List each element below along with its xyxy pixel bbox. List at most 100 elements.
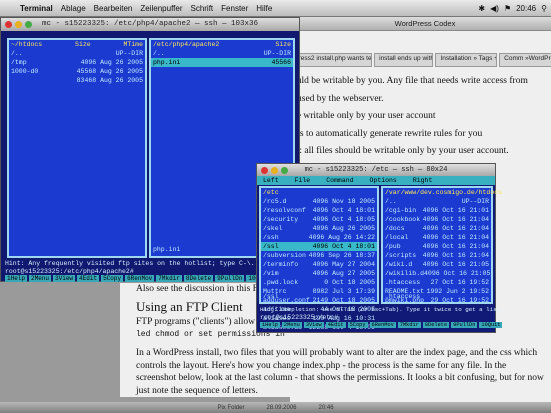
file-size: 8982 bbox=[312, 288, 329, 295]
fkey-help[interactable]: 1Help bbox=[260, 322, 280, 328]
browser-tab[interactable]: install ends up with bbox=[374, 53, 434, 67]
file-row[interactable]: /ssh 4096 Aug 26 14:22 bbox=[261, 233, 377, 242]
file-row[interactable]: .htaccess 27 Oct 16 19:52 bbox=[383, 278, 491, 287]
file-name: /.. bbox=[385, 198, 397, 205]
mc-menu-right[interactable]: Right bbox=[413, 176, 433, 185]
file-meta: 4096 Oct 16 21:04 bbox=[423, 215, 489, 224]
file-row[interactable]: /pub 4096 Oct 16 21:04 bbox=[383, 242, 491, 251]
right-panel[interactable]: /var/www/dev.cosmigo.de/htdocs /.. UP--DI… bbox=[381, 186, 502, 304]
file-row[interactable]: /cookbook 4096 Oct 16 21:04 bbox=[383, 215, 491, 224]
menu-fenster[interactable]: Fenster bbox=[217, 4, 252, 13]
file-date: Oct 4 18:01 bbox=[332, 243, 375, 250]
file-date: Aug 27 2005 bbox=[332, 270, 375, 277]
zoom-icon[interactable] bbox=[25, 21, 32, 28]
zoom-icon[interactable] bbox=[281, 167, 288, 174]
fkey-pulldn[interactable]: 9PullDn bbox=[215, 275, 245, 282]
bluetooth-icon[interactable]: ✱ bbox=[478, 4, 485, 13]
menu-hilfe[interactable]: Hilfe bbox=[252, 4, 276, 13]
menu-terminal[interactable]: Terminal bbox=[16, 4, 57, 13]
fkey-mkdir[interactable]: 7Mkdir bbox=[397, 322, 421, 328]
menu-zeilenpuffer[interactable]: Zeilenpuffer bbox=[136, 4, 186, 13]
fkey-help[interactable]: 1Help bbox=[5, 275, 28, 282]
fkey-copy[interactable]: 5Copy bbox=[101, 275, 124, 282]
panel-path: ~/htdocs bbox=[11, 41, 43, 48]
file-meta: 4096 Aug 27 2005 bbox=[313, 269, 375, 278]
terminal-titlebar[interactable]: mc - s15223325: /etc — ssh — 80x24 bbox=[257, 164, 495, 176]
file-row[interactable]: /scripts 4096 Oct 16 21:04 bbox=[383, 251, 491, 260]
file-date: Jul 3 17:39 bbox=[332, 288, 375, 295]
file-row[interactable]: /tmp 4096 Aug 26 2005 bbox=[9, 58, 145, 67]
file-row[interactable]: /local 4096 Oct 16 21:04 bbox=[383, 233, 491, 242]
flag-icon[interactable]: ⚑ bbox=[504, 4, 511, 13]
file-date: Nov 18 2005 bbox=[332, 198, 375, 205]
mc-menu-left[interactable]: Left bbox=[263, 176, 279, 185]
file-row[interactable]: /security 4096 Oct 4 18:05 bbox=[261, 215, 377, 224]
left-panel[interactable]: /etc /rc5.d 4096 Nov 18 2005/resolvconf 40… bbox=[259, 186, 379, 331]
file-name: /.. bbox=[153, 50, 165, 57]
browser-tab[interactable]: press2 install.php wants tep bbox=[290, 53, 373, 67]
file-meta: 4096 Oct 16 21:04 bbox=[423, 224, 489, 233]
dock-item[interactable]: Pix Folder bbox=[217, 405, 244, 411]
menu-bearbeiten[interactable]: Bearbeiten bbox=[90, 4, 137, 13]
fkey-delete[interactable]: 8Delete bbox=[422, 322, 450, 328]
file-row[interactable]: /cgi-bin 4096 Oct 16 21:01 bbox=[383, 206, 491, 215]
fkey-view[interactable]: 3View bbox=[303, 322, 324, 328]
file-row[interactable]: /terminfo 4096 May 27 2004 bbox=[261, 260, 377, 269]
file-row-selected[interactable]: /ssl 4096 Oct 4 18:01 bbox=[261, 242, 377, 251]
file-date: Oct 4 18:01 bbox=[332, 207, 375, 214]
fkey-pulldn[interactable]: 9PullDn bbox=[451, 322, 478, 328]
minimize-icon[interactable] bbox=[271, 167, 278, 174]
file-row-selected[interactable]: php.ini 45566 bbox=[151, 58, 293, 67]
fkey-renmov[interactable]: 6RenMov bbox=[369, 322, 396, 328]
file-meta: 0 Oct 18 2005 bbox=[324, 278, 375, 287]
file-row[interactable]: /wikilib.d 4096 Oct 16 21:05 bbox=[383, 269, 491, 278]
file-row[interactable]: 83468 Aug 26 2005 bbox=[9, 76, 145, 85]
clock[interactable]: 20:46 bbox=[516, 4, 536, 13]
fkey-edit[interactable]: 4Edit bbox=[325, 322, 346, 328]
file-row[interactable]: /rc5.d 4096 Nov 18 2005 bbox=[261, 197, 377, 206]
fkey-edit[interactable]: 4Edit bbox=[77, 275, 100, 282]
browser-tab[interactable]: Comm »WordPress bbox=[499, 53, 551, 67]
volume-icon[interactable]: ◀) bbox=[490, 4, 499, 13]
close-icon[interactable] bbox=[261, 167, 268, 174]
fkey-quit[interactable]: 10Quit bbox=[479, 322, 503, 328]
minimize-icon[interactable] bbox=[15, 21, 22, 28]
terminal-titlebar[interactable]: mc - s15223325: /etc/php4/apache2 — ssh … bbox=[1, 18, 299, 31]
file-row[interactable]: 1000-d0 45568 Aug 26 2005 bbox=[9, 67, 145, 76]
menu-schrift[interactable]: Schrift bbox=[186, 4, 217, 13]
fkey-mkdir[interactable]: 7Mkdir bbox=[156, 275, 182, 282]
fkey-delete[interactable]: 8Delete bbox=[183, 275, 214, 282]
file-row[interactable]: /wiki.d 4096 Oct 16 21:05 bbox=[383, 260, 491, 269]
mc-menu-options[interactable]: Options bbox=[370, 176, 397, 185]
file-row[interactable]: /resolvconf 4096 Oct 4 18:01 bbox=[261, 206, 377, 215]
file-row[interactable]: .pwd.lock 0 Oct 18 2005 bbox=[261, 278, 377, 287]
close-icon[interactable] bbox=[5, 21, 12, 28]
fkey-renmov[interactable]: 6RenMov bbox=[125, 275, 155, 282]
spotlight-icon[interactable]: ⚲ bbox=[541, 4, 547, 13]
file-row[interactable]: /subversion 4096 Sep 26 18:37 bbox=[261, 251, 377, 260]
dock-item: 20:46 bbox=[318, 404, 334, 411]
file-meta: 4096 Aug 26 2005 bbox=[313, 224, 375, 233]
file-row[interactable]: /.. UP--DIR bbox=[9, 49, 145, 58]
file-row[interactable]: /.. UP--DIR bbox=[383, 197, 491, 206]
file-row[interactable]: /docs 4096 Oct 16 21:04 bbox=[383, 224, 491, 233]
file-date: Oct 16 21:05 bbox=[442, 261, 489, 268]
article-line: ra: all files should be writable only by… bbox=[292, 146, 509, 156]
left-panel[interactable]: ~/htdocs Size MTime /.. UP--DIR /tmp 4096 Au… bbox=[7, 38, 147, 258]
browser-tab[interactable]: Installation » Tags + bbox=[435, 53, 498, 67]
fkey-copy[interactable]: 5Copy bbox=[347, 322, 368, 328]
command-prompt[interactable]: root@s15223325:/etc/php4/apache2# bbox=[5, 268, 134, 275]
fkey-view[interactable]: 3View bbox=[53, 275, 76, 282]
menu-ablage[interactable]: Ablage bbox=[57, 4, 90, 13]
mc-menu-command[interactable]: Command bbox=[326, 176, 353, 185]
command-prompt[interactable]: root@s15223325:/etc# bbox=[260, 314, 338, 321]
file-row[interactable]: /.. UP--DIR bbox=[151, 49, 293, 58]
file-name: /vim bbox=[263, 270, 279, 277]
fkey-menu[interactable]: 2Menu bbox=[281, 322, 302, 328]
fkey-menu[interactable]: 2Menu bbox=[29, 275, 52, 282]
mc-menu-file[interactable]: File bbox=[295, 176, 311, 185]
panel-footer: /ssl bbox=[263, 293, 279, 300]
file-row[interactable]: /vim 4096 Aug 27 2005 bbox=[261, 269, 377, 278]
file-date: Aug 26 2005 bbox=[332, 225, 375, 232]
file-row[interactable]: /skel 4096 Aug 26 2005 bbox=[261, 224, 377, 233]
